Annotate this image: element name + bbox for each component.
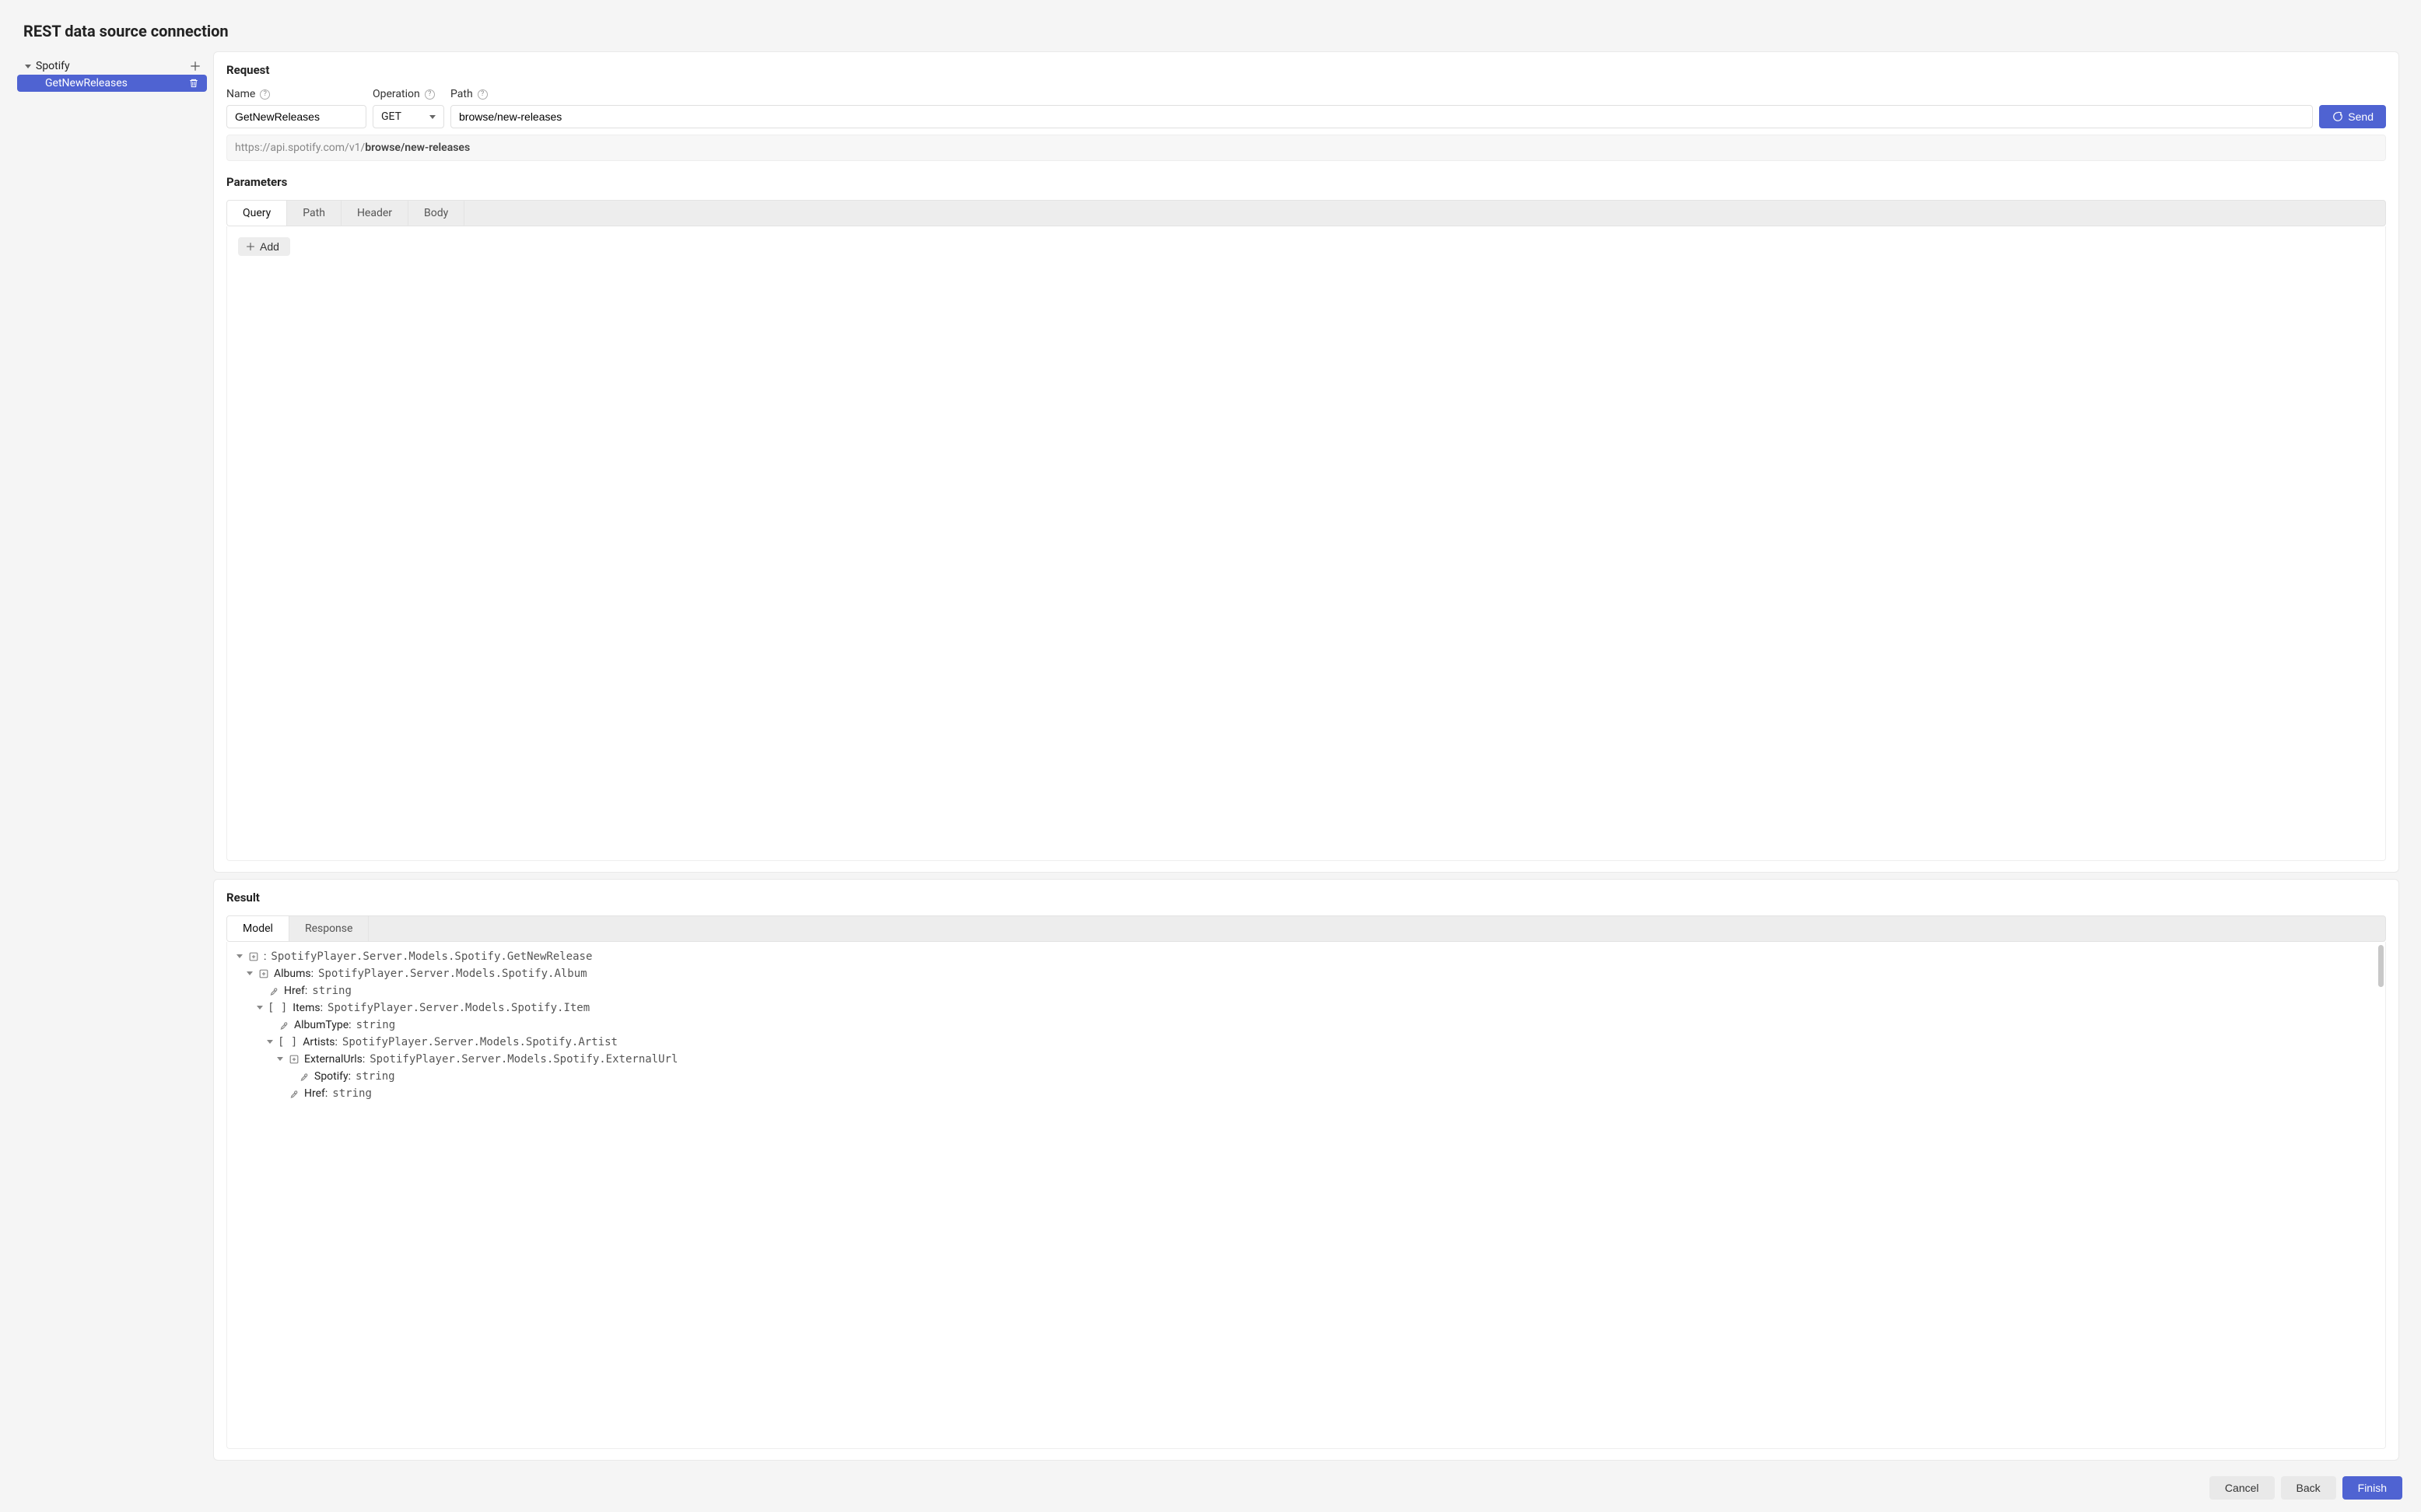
back-button[interactable]: Back — [2281, 1476, 2336, 1500]
send-icon — [2332, 111, 2343, 123]
path-input[interactable] — [450, 105, 2313, 128]
dialog: REST data source connection Spotify GetN… — [3, 3, 2418, 1509]
footer: Cancel Back Finish — [3, 1461, 2418, 1509]
result-panel: Result Model Response : SpotifyPlayer.Se… — [213, 879, 2399, 1461]
content-row: Spotify GetNewReleases Request — [3, 51, 2418, 1461]
tab-model[interactable]: Model — [227, 916, 289, 941]
parameters-tabs: Query Path Header Body — [226, 200, 2386, 226]
tree-node[interactable]: [ ] Artists: SpotifyPlayer.Server.Models.… — [232, 1034, 2381, 1051]
node-label: Spotify: — [314, 1070, 351, 1083]
node-label: AlbumType: — [294, 1019, 352, 1031]
sidebar-endpoint-label: GetNewReleases — [45, 77, 128, 89]
property-icon — [288, 1087, 300, 1099]
name-input[interactable] — [226, 105, 366, 128]
property-icon — [268, 985, 279, 996]
tree-node[interactable]: Href: string — [232, 982, 2381, 999]
sidebar-root-label: Spotify — [36, 60, 70, 72]
property-icon — [298, 1070, 310, 1082]
chevron-down-icon — [267, 1040, 273, 1044]
node-type: string — [356, 1019, 396, 1031]
add-endpoint-icon[interactable] — [190, 61, 201, 72]
request-row: Name ? Operation ? GET — [226, 88, 2386, 128]
sidebar-endpoint-item[interactable]: GetNewReleases — [17, 75, 207, 92]
dialog-title: REST data source connection — [3, 3, 2418, 51]
node-type: SpotifyPlayer.Server.Models.Spotify.GetN… — [271, 950, 592, 963]
node-label: ExternalUrls: — [304, 1053, 365, 1066]
node-label: Artists: — [303, 1036, 338, 1048]
scrollbar-thumb[interactable] — [2378, 945, 2384, 987]
tree-node[interactable]: [ ] Items: SpotifyPlayer.Server.Models.Sp… — [232, 999, 2381, 1017]
object-icon — [258, 968, 269, 979]
send-button[interactable]: Send — [2319, 105, 2386, 128]
tree-node[interactable]: Href: string — [232, 1085, 2381, 1102]
tree-node[interactable]: ExternalUrls: SpotifyPlayer.Server.Model… — [232, 1051, 2381, 1068]
delete-endpoint-icon[interactable] — [188, 78, 199, 89]
url-preview: https://api.spotify.com/v1/browse/new-re… — [226, 135, 2386, 161]
array-icon: [ ] — [278, 1036, 297, 1048]
property-icon — [278, 1019, 289, 1031]
parameters-section-title: Parameters — [226, 175, 2386, 189]
operation-value: GET — [381, 110, 401, 123]
array-icon: [ ] — [268, 1002, 287, 1014]
path-label: Path ? — [450, 88, 2313, 100]
sidebar-root-item[interactable]: Spotify — [17, 58, 207, 75]
node-type: string — [356, 1070, 395, 1083]
node-label: Href: — [284, 985, 307, 997]
node-label: Href: — [304, 1087, 328, 1100]
node-type: SpotifyPlayer.Server.Models.Spotify.Arti… — [342, 1036, 618, 1048]
finish-button[interactable]: Finish — [2342, 1476, 2402, 1500]
tree-node[interactable]: : SpotifyPlayer.Server.Models.Spotify.Ge… — [232, 948, 2381, 965]
tab-body[interactable]: Body — [408, 201, 464, 226]
node-type: SpotifyPlayer.Server.Models.Spotify.Exte… — [370, 1053, 678, 1066]
node-label: Albums: — [274, 968, 314, 980]
main: Request Name ? Operation ? — [213, 51, 2415, 1461]
sidebar: Spotify GetNewReleases — [6, 51, 207, 1461]
help-icon[interactable]: ? — [260, 89, 270, 100]
node-type: string — [332, 1087, 372, 1100]
result-section-title: Result — [226, 891, 2386, 905]
add-parameter-button[interactable]: Add — [238, 237, 290, 256]
result-tabs: Model Response — [226, 915, 2386, 942]
cancel-button[interactable]: Cancel — [2209, 1476, 2275, 1500]
chevron-down-icon — [429, 115, 436, 119]
node-type: SpotifyPlayer.Server.Models.Spotify.Item — [328, 1002, 590, 1014]
operation-label: Operation ? — [373, 88, 444, 100]
chevron-down-icon — [257, 1006, 263, 1010]
tab-header[interactable]: Header — [342, 201, 408, 226]
parameters-body: Add — [226, 226, 2386, 861]
operation-select[interactable]: GET — [373, 105, 444, 128]
add-label: Add — [260, 240, 279, 253]
tree-node[interactable]: Albums: SpotifyPlayer.Server.Models.Spot… — [232, 965, 2381, 982]
node-label: : — [264, 950, 266, 963]
node-type: SpotifyPlayer.Server.Models.Spotify.Albu… — [318, 968, 587, 980]
chevron-down-icon — [236, 954, 243, 958]
model-tree[interactable]: : SpotifyPlayer.Server.Models.Spotify.Ge… — [226, 942, 2386, 1449]
tree-node[interactable]: AlbumType: string — [232, 1017, 2381, 1034]
node-label: Items: — [293, 1002, 323, 1014]
chevron-down-icon — [247, 971, 253, 975]
send-label: Send — [2348, 110, 2374, 123]
tree-node[interactable]: Spotify: string — [232, 1068, 2381, 1085]
tab-path[interactable]: Path — [287, 201, 342, 226]
object-icon — [247, 950, 259, 962]
chevron-down-icon — [277, 1057, 283, 1061]
help-icon[interactable]: ? — [478, 89, 488, 100]
request-panel: Request Name ? Operation ? — [213, 51, 2399, 873]
node-type: string — [312, 985, 352, 997]
name-label: Name ? — [226, 88, 366, 100]
object-icon — [288, 1053, 300, 1065]
help-icon[interactable]: ? — [425, 89, 435, 100]
request-section-title: Request — [226, 63, 2386, 77]
chevron-down-icon — [25, 65, 31, 68]
tab-query[interactable]: Query — [227, 201, 287, 226]
tab-response[interactable]: Response — [289, 916, 370, 941]
